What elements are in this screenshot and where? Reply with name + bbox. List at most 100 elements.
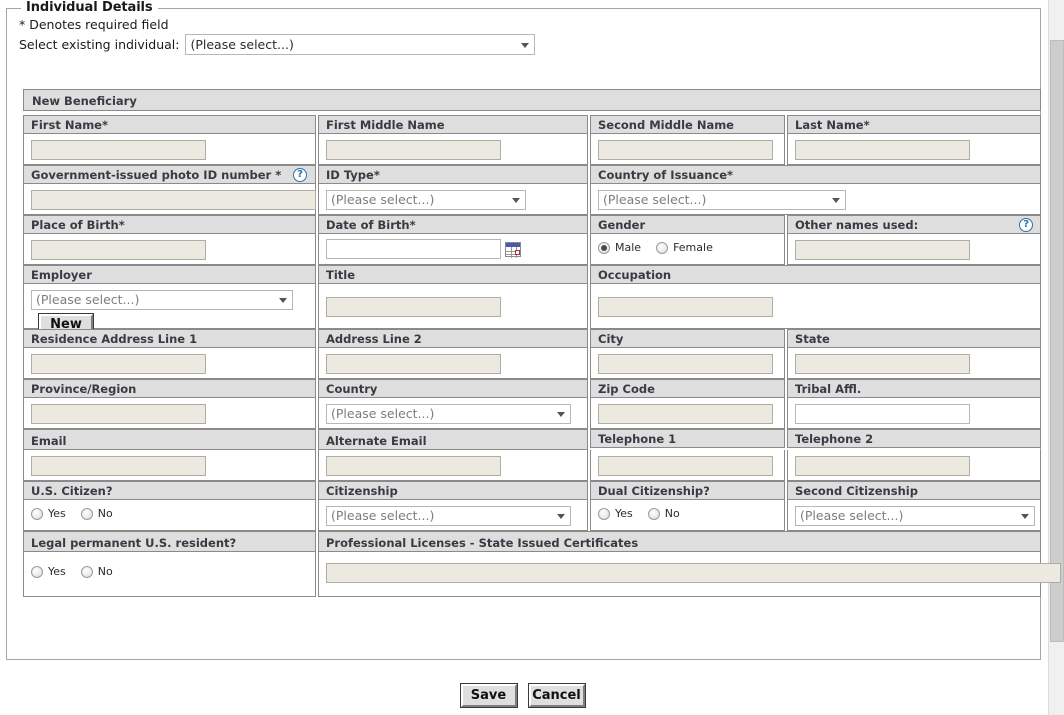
label-title: Title — [318, 265, 588, 284]
legal-resident-yes-radio[interactable] — [31, 565, 43, 578]
second-citizenship-wrap: (Please select...) — [795, 505, 1035, 526]
label-telephone-1: Telephone 1 — [590, 429, 785, 448]
select-existing-individual[interactable]: (Please select...) — [185, 34, 536, 55]
title-input[interactable] — [326, 297, 501, 317]
cell-dual-citizenship: Yes No — [590, 500, 785, 531]
help-icon[interactable]: ? — [293, 168, 307, 182]
second-middle-name-input[interactable] — [598, 140, 773, 160]
us-citizen-yes-label: Yes — [48, 507, 66, 520]
row-employment-labels: Employer Title Occupation — [23, 265, 1042, 284]
label-other-names-used-text: Other names used: — [795, 218, 919, 232]
employer-select[interactable]: (Please select...) — [31, 290, 293, 310]
country-select[interactable]: (Please select...) — [326, 404, 571, 424]
scrollbar-thumb[interactable] — [1050, 40, 1064, 642]
citizenship-select[interactable]: (Please select...) — [326, 506, 571, 526]
cell-province-region — [23, 398, 316, 429]
gov-id-number-input[interactable] — [31, 190, 316, 210]
alternate-email-input[interactable] — [326, 456, 501, 476]
cell-telephone-2 — [787, 450, 1042, 481]
row-employment-inputs: (Please select...) New — [23, 284, 1042, 336]
legal-resident-no-label: No — [97, 565, 113, 578]
cell-address-line-2 — [318, 348, 588, 379]
place-of-birth-input[interactable] — [31, 240, 206, 260]
id-type-select[interactable]: (Please select...) — [326, 190, 526, 210]
label-gov-id-number-text: Government-issued photo ID number * — [31, 168, 282, 182]
section-title-row: New Beneficiary — [23, 89, 1042, 111]
save-button[interactable]: Save — [459, 683, 518, 708]
last-name-input[interactable] — [795, 140, 970, 160]
label-second-middle-name: Second Middle Name — [590, 115, 785, 134]
us-citizen-no-radio[interactable] — [80, 507, 93, 520]
legal-resident-no-radio[interactable] — [80, 565, 93, 578]
cell-telephone-1 — [590, 450, 785, 481]
second-citizenship-select[interactable]: (Please select...) — [795, 506, 1035, 526]
cell-last-name — [787, 134, 1042, 165]
label-first-name: First Name* — [23, 115, 316, 134]
select-existing-row: Select existing individual: (Please sele… — [19, 34, 1040, 55]
telephone-2-input[interactable] — [795, 456, 970, 476]
address-line-1-input[interactable] — [31, 354, 206, 374]
province-region-input[interactable] — [31, 404, 206, 424]
cell-zip-code — [590, 398, 785, 429]
city-input[interactable] — [598, 354, 773, 374]
row-citizenship-inputs: Yes No (Please select...) Yes No (Please… — [23, 500, 1042, 531]
vertical-scrollbar[interactable] — [1048, 0, 1064, 715]
zip-code-input[interactable] — [598, 404, 773, 424]
label-other-names-used: Other names used: ? — [787, 215, 1042, 234]
label-us-citizen: U.S. Citizen? — [23, 481, 316, 500]
label-date-of-birth: Date of Birth* — [318, 215, 588, 234]
dual-citizenship-no-radio[interactable] — [647, 507, 660, 520]
occupation-input[interactable] — [598, 297, 773, 317]
select-existing-label: Select existing individual: — [19, 36, 180, 52]
address-line-2-input[interactable] — [326, 354, 501, 374]
row-region-inputs: (Please select...) — [23, 398, 1042, 429]
dual-citizenship-no-label: No — [664, 507, 680, 520]
row-address-inputs — [23, 348, 1042, 379]
first-name-input[interactable] — [31, 140, 206, 160]
cell-first-middle-name — [318, 134, 588, 165]
professional-licenses-input[interactable] — [326, 563, 1061, 583]
telephone-1-input[interactable] — [598, 456, 773, 476]
help-icon[interactable]: ? — [1019, 218, 1034, 232]
date-of-birth-row — [326, 239, 587, 259]
cell-tribal-affl — [787, 398, 1042, 429]
label-gender: Gender — [590, 215, 785, 234]
calendar-today-marker — [515, 249, 520, 255]
cancel-button[interactable]: Cancel — [527, 683, 586, 708]
us-citizen-radio-group: Yes No — [31, 505, 315, 520]
gender-radio-group: Male Female — [598, 239, 784, 254]
row-govid-labels: Government-issued photo ID number * ? ID… — [23, 165, 1042, 184]
label-address-line-2: Address Line 2 — [318, 329, 588, 348]
us-citizen-yes-radio[interactable] — [31, 507, 43, 520]
gender-male-radio[interactable] — [598, 241, 610, 254]
tribal-affl-input[interactable] — [795, 404, 970, 424]
form-action-buttons: Save Cancel — [0, 683, 1045, 708]
cell-first-name — [23, 134, 316, 165]
cell-country: (Please select...) — [318, 398, 588, 429]
dual-citizenship-radio-group: Yes No — [598, 505, 784, 520]
first-middle-name-input[interactable] — [326, 140, 501, 160]
cell-country-of-issuance: (Please select...) — [590, 184, 1042, 215]
dual-citizenship-yes-radio[interactable] — [598, 507, 610, 520]
cell-second-citizenship: (Please select...) — [787, 500, 1042, 531]
individual-details-fieldset: Individual Details * Denotes required fi… — [6, 0, 1061, 660]
label-gov-id-number: Government-issued photo ID number * ? — [23, 165, 316, 184]
gender-male-label: Male — [615, 241, 642, 254]
state-input[interactable] — [795, 354, 970, 374]
gender-female-radio[interactable] — [656, 241, 669, 254]
date-of-birth-input[interactable] — [326, 239, 501, 259]
label-tribal-affl: Tribal Affl. — [787, 379, 1042, 398]
citizenship-wrap: (Please select...) — [326, 505, 571, 526]
label-country-of-issuance: Country of Issuance* — [590, 165, 1042, 184]
other-names-used-input[interactable] — [795, 240, 970, 260]
country-of-issuance-select[interactable]: (Please select...) — [598, 190, 846, 210]
email-input[interactable] — [31, 456, 206, 476]
employer-wrap: (Please select...) — [31, 289, 293, 310]
cell-gender: Male Female — [590, 234, 785, 265]
calendar-icon[interactable] — [505, 241, 521, 258]
cell-us-citizen: Yes No — [23, 500, 316, 531]
label-employer: Employer — [23, 265, 316, 284]
cell-citizenship: (Please select...) — [318, 500, 588, 531]
row-birth-labels: Place of Birth* Date of Birth* Gender Ot… — [23, 215, 1042, 234]
legal-resident-yes-label: Yes — [48, 565, 66, 578]
